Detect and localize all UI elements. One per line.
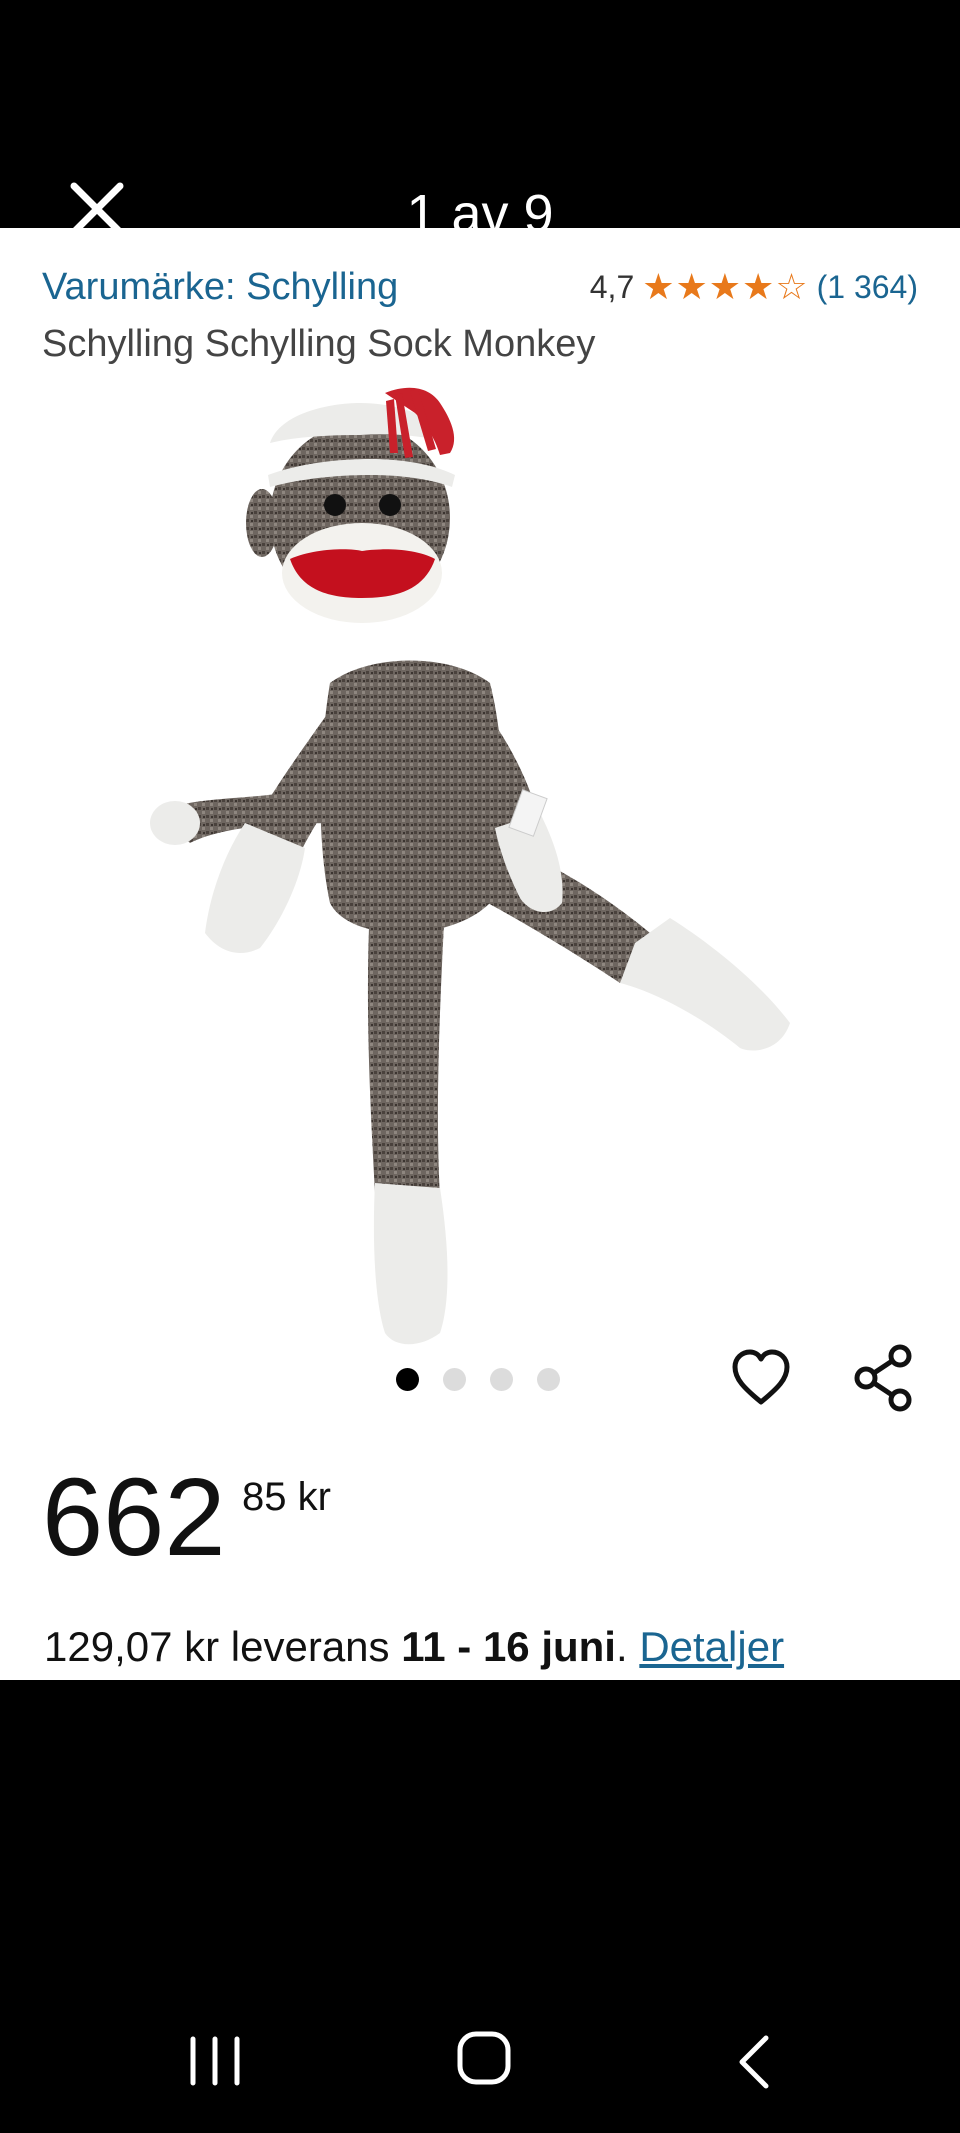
- share-icon[interactable]: [852, 1344, 914, 1412]
- rating[interactable]: 4,7 ★★★★☆ (1 364): [590, 266, 918, 308]
- heart-icon[interactable]: [730, 1348, 792, 1408]
- price: 662 85 kr: [42, 1463, 331, 1573]
- brand-link[interactable]: Varumärke: Schylling: [42, 266, 398, 309]
- pagination-dot-active[interactable]: [396, 1368, 419, 1391]
- product-title: Schylling Schylling Sock Monkey: [42, 323, 596, 365]
- product-image[interactable]: [150, 383, 800, 1503]
- recents-icon[interactable]: [188, 2036, 242, 2086]
- system-navigation-bar: [0, 1990, 960, 2133]
- delivery-separator: .: [615, 1623, 640, 1670]
- home-icon[interactable]: [456, 2030, 512, 2086]
- close-icon[interactable]: [66, 178, 128, 228]
- price-fraction: 85 kr: [242, 1475, 331, 1519]
- product-card: Varumärke: Schylling 4,7 ★★★★☆ (1 364) S…: [0, 228, 960, 1680]
- details-link[interactable]: Detaljer: [639, 1623, 784, 1670]
- image-pagination: [396, 1368, 560, 1391]
- delivery-cost: 129,07 kr leverans: [44, 1623, 402, 1670]
- delivery-dates: 11 - 16 juni: [401, 1623, 616, 1670]
- delivery-info: 129,07 kr leverans 11 - 16 juni. Detalje…: [44, 1623, 784, 1671]
- pagination-dot[interactable]: [537, 1368, 560, 1391]
- rating-count[interactable]: (1 364): [817, 269, 918, 306]
- image-counter: 1 av 9: [406, 184, 554, 228]
- pagination-dot[interactable]: [490, 1368, 513, 1391]
- price-whole: 662: [42, 1456, 226, 1579]
- pagination-dot[interactable]: [443, 1368, 466, 1391]
- back-icon[interactable]: [734, 2034, 774, 2090]
- rating-value: 4,7: [589, 268, 635, 305]
- top-bar: 1 av 9: [0, 0, 960, 228]
- star-rating-icon: ★★★★☆: [642, 266, 809, 307]
